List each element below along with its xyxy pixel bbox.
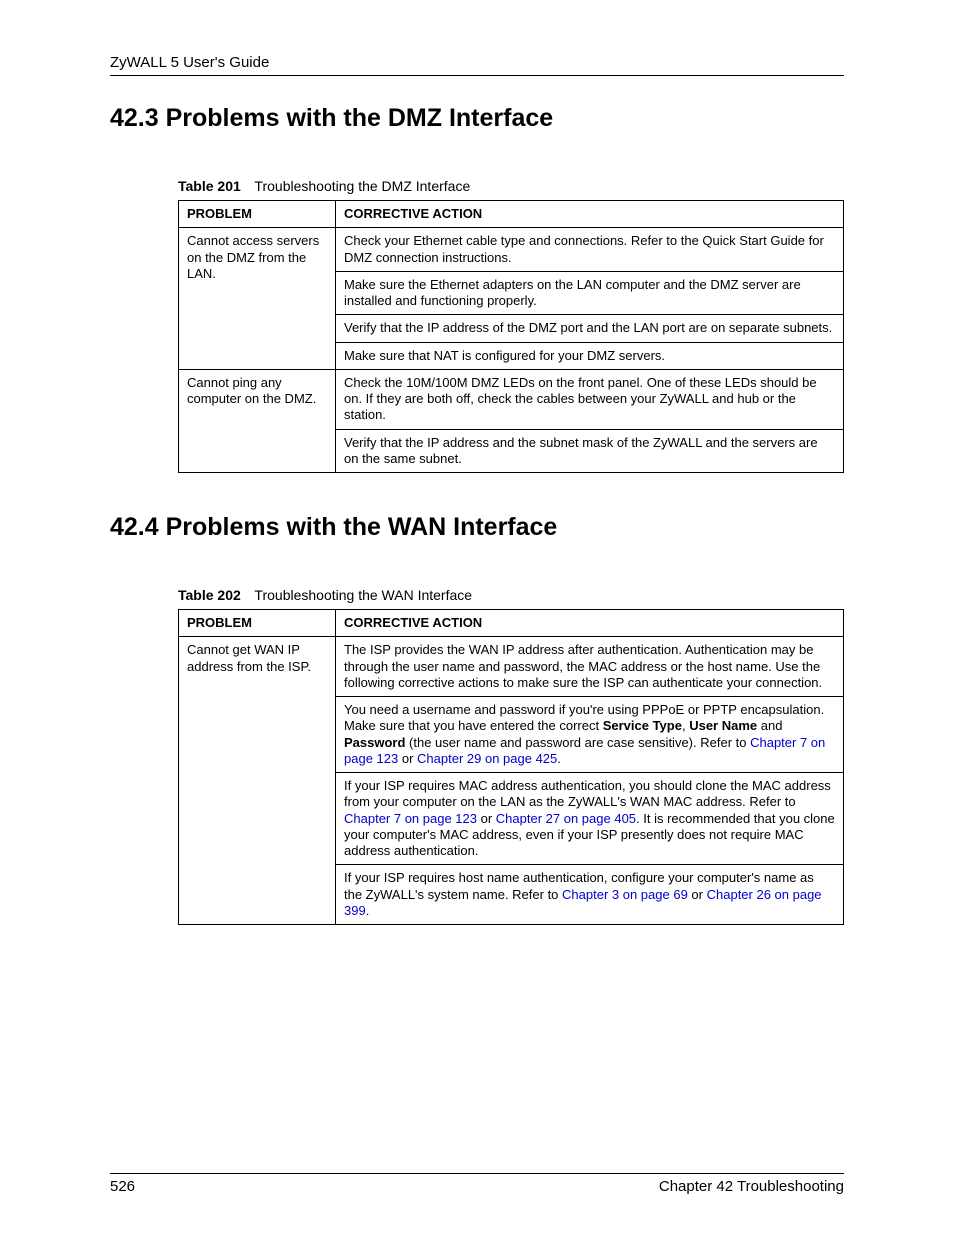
cell-action: The ISP provides the WAN IP address afte… — [336, 637, 844, 697]
table-row: Cannot get WAN IP address from the ISP. … — [179, 637, 844, 697]
table-title: Troubleshooting the DMZ Interface — [254, 178, 470, 194]
cell-action: You need a username and password if you'… — [336, 697, 844, 773]
page-number: 526 — [110, 1178, 135, 1195]
section-heading-dmz: 42.3 Problems with the DMZ Interface — [110, 104, 844, 133]
page-header: ZyWALL 5 User's Guide — [110, 54, 844, 76]
chapter-label: Chapter 42 Troubleshooting — [659, 1178, 844, 1195]
xref-link[interactable]: Chapter 7 on page 123 — [344, 811, 477, 826]
table-wan: PROBLEM CORRECTIVE ACTION Cannot get WAN… — [178, 609, 844, 925]
cell-action: If your ISP requires MAC address authent… — [336, 773, 844, 865]
col-problem: PROBLEM — [179, 201, 336, 228]
table-title: Troubleshooting the WAN Interface — [254, 587, 472, 603]
col-problem: PROBLEM — [179, 610, 336, 637]
table-row: Cannot access servers on the DMZ from th… — [179, 228, 844, 272]
col-action: CORRECTIVE ACTION — [336, 610, 844, 637]
xref-link[interactable]: Chapter 27 on page 405 — [496, 811, 636, 826]
cell-problem: Cannot get WAN IP address from the ISP. — [179, 637, 336, 925]
table-caption-201: Table 201 Troubleshooting the DMZ Interf… — [110, 178, 844, 194]
cell-action: If your ISP requires host name authentic… — [336, 865, 844, 925]
table-row: Cannot ping any computer on the DMZ. Che… — [179, 369, 844, 429]
cell-action: Make sure the Ethernet adapters on the L… — [336, 271, 844, 315]
table-header-row: PROBLEM CORRECTIVE ACTION — [179, 610, 844, 637]
table-number: Table 202 — [178, 587, 241, 603]
xref-link[interactable]: Chapter 3 on page 69 — [562, 887, 688, 902]
table-dmz: PROBLEM CORRECTIVE ACTION Cannot access … — [178, 200, 844, 473]
col-action: CORRECTIVE ACTION — [336, 201, 844, 228]
header-title: ZyWALL 5 User's Guide — [110, 54, 269, 71]
cell-action: Verify that the IP address of the DMZ po… — [336, 315, 844, 342]
cell-action: Check your Ethernet cable type and conne… — [336, 228, 844, 272]
cell-action: Verify that the IP address and the subne… — [336, 429, 844, 473]
page-footer: 526 Chapter 42 Troubleshooting — [110, 1173, 844, 1195]
section-heading-wan: 42.4 Problems with the WAN Interface — [110, 513, 844, 542]
cell-problem: Cannot access servers on the DMZ from th… — [179, 228, 336, 370]
cell-problem: Cannot ping any computer on the DMZ. — [179, 369, 336, 472]
table-number: Table 201 — [178, 178, 241, 194]
table-header-row: PROBLEM CORRECTIVE ACTION — [179, 201, 844, 228]
table-caption-202: Table 202 Troubleshooting the WAN Interf… — [110, 587, 844, 603]
xref-link[interactable]: Chapter 29 on page 425 — [417, 751, 557, 766]
cell-action: Make sure that NAT is configured for you… — [336, 342, 844, 369]
cell-action: Check the 10M/100M DMZ LEDs on the front… — [336, 369, 844, 429]
